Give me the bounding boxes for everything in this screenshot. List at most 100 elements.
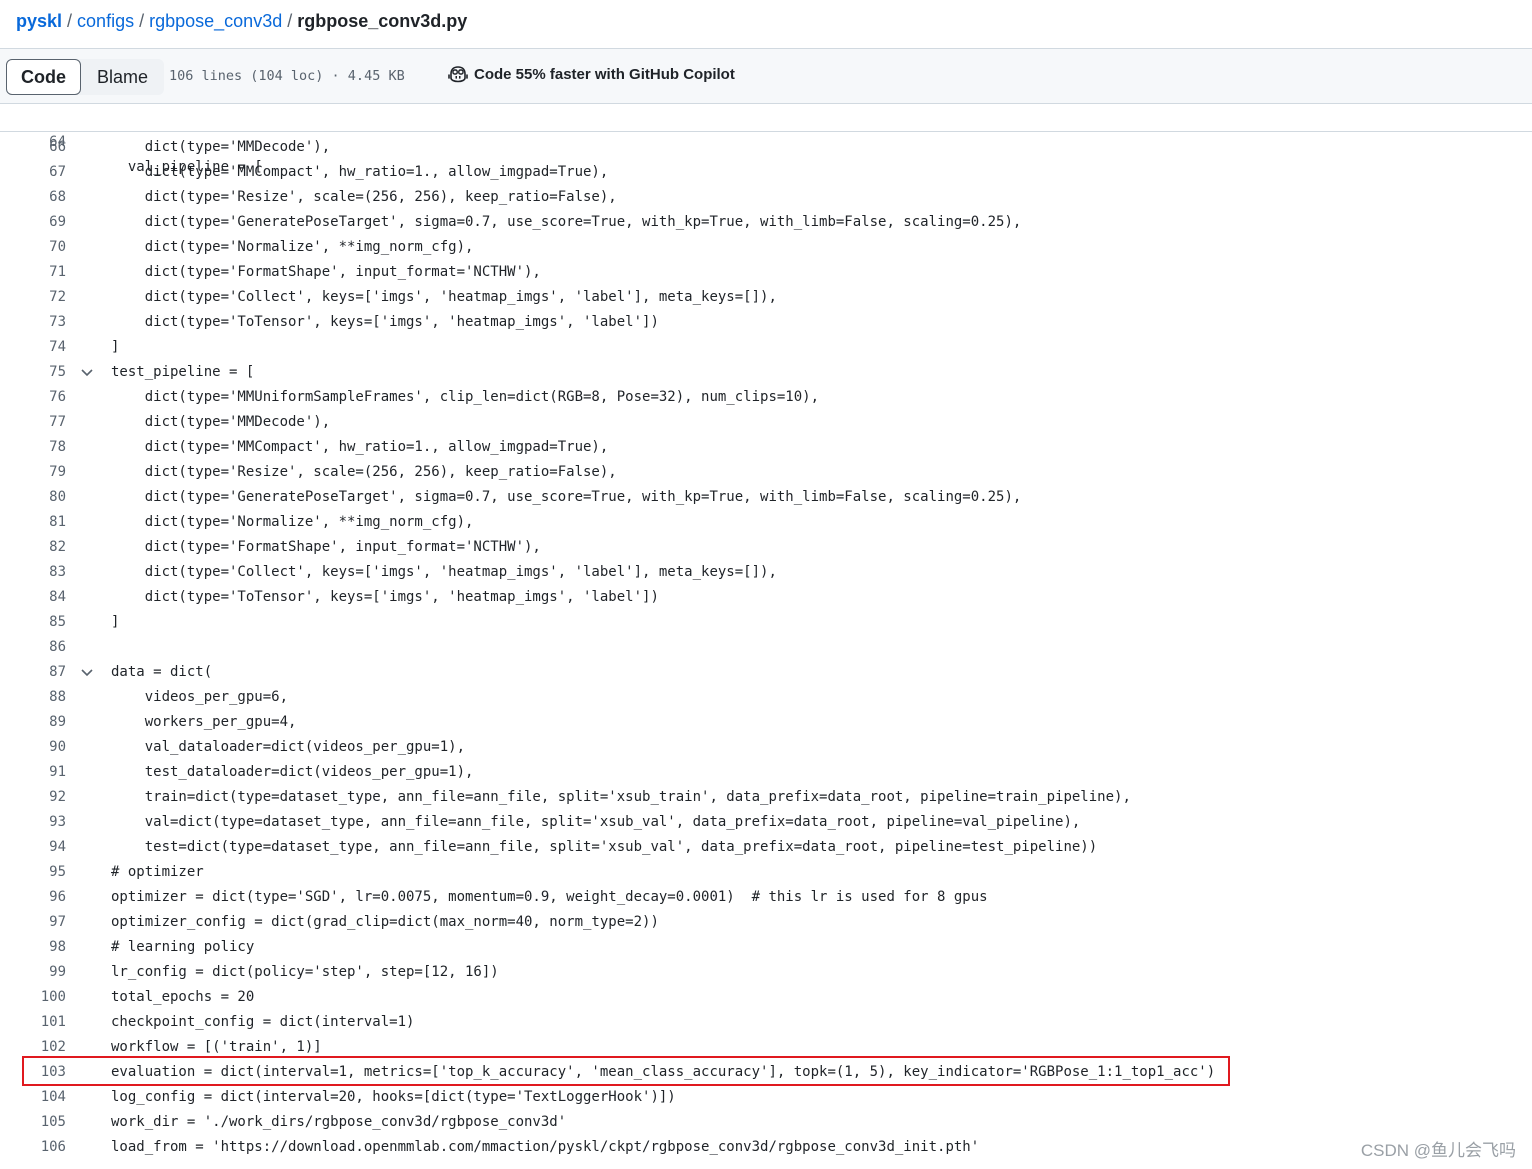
line-text: dict(type='MMDecode'), [111,414,331,430]
breadcrumb-separator: / [67,11,73,31]
code-line: 98 # learning policy [0,935,1532,960]
line-number[interactable]: 82 [0,535,66,560]
fold-chevron-icon[interactable] [80,660,94,685]
line-number[interactable]: 90 [0,735,66,760]
code-line: 78 dict(type='MMCompact', hw_ratio=1., a… [0,435,1532,460]
code-line: 95 # optimizer [0,860,1532,885]
line-number[interactable]: 85 [0,610,66,635]
line-text: train=dict(type=dataset_type, ann_file=a… [111,789,1131,805]
blame-tab[interactable]: Blame [81,59,164,95]
line-number[interactable]: 71 [0,260,66,285]
line-number[interactable]: 78 [0,435,66,460]
code-line: 76 dict(type='MMUniformSampleFrames', cl… [0,385,1532,410]
line-text: workers_per_gpu=4, [111,714,297,730]
code-line: 66 dict(type='MMDecode'), [0,135,1532,160]
line-text: test_dataloader=dict(videos_per_gpu=1), [111,764,474,780]
line-number[interactable]: 102 [0,1035,66,1060]
line-number[interactable]: 100 [0,985,66,1010]
line-text: val_dataloader=dict(videos_per_gpu=1), [111,739,466,755]
line-text: load_from = 'https://download.openmmlab.… [111,1139,980,1155]
line-number[interactable]: 93 [0,810,66,835]
line-number[interactable]: 79 [0,460,66,485]
line-number[interactable]: 81 [0,510,66,535]
line-number[interactable]: 94 [0,835,66,860]
line-text: dict(type='GeneratePoseTarget', sigma=0.… [111,214,1022,230]
line-number[interactable]: 95 [0,860,66,885]
code-tab[interactable]: Code [6,59,81,95]
breadcrumb-link-configs[interactable]: configs [77,11,134,31]
line-text: optimizer = dict(type='SGD', lr=0.0075, … [111,889,988,905]
line-number[interactable]: 96 [0,885,66,910]
line-text: dict(type='GeneratePoseTarget', sigma=0.… [111,489,1022,505]
line-number[interactable]: 97 [0,910,66,935]
code-line: 96 optimizer = dict(type='SGD', lr=0.0075… [0,885,1532,910]
code-line: 102 workflow = [('train', 1)] [0,1035,1532,1060]
breadcrumb-root-link[interactable]: pyskl [16,11,62,31]
line-number[interactable]: 66 [0,135,66,160]
line-number[interactable]: 92 [0,785,66,810]
line-text: total_epochs = 20 [111,989,255,1005]
file-meta: 106 lines (104 loc) · 4.45 KB [169,68,405,84]
line-number[interactable]: 67 [0,160,66,185]
code-line: 105 work_dir = './work_dirs/rgbpose_conv3… [0,1110,1532,1135]
line-number[interactable]: 73 [0,310,66,335]
code-line: 79 dict(type='Resize', scale=(256, 256),… [0,460,1532,485]
code-line: 94 test=dict(type=dataset_type, ann_file… [0,835,1532,860]
line-number[interactable]: 101 [0,1010,66,1035]
view-mode-toggle: Code Blame [6,59,165,95]
breadcrumb-current-file: rgbpose_conv3d.py [297,11,468,31]
line-number[interactable]: 105 [0,1110,66,1135]
copilot-promo-label: Code 55% faster with GitHub Copilot [474,65,735,83]
copilot-promo-link[interactable]: Code 55% faster with GitHub Copilot [448,65,735,83]
line-number[interactable]: 72 [0,285,66,310]
line-number[interactable]: 68 [0,185,66,210]
line-number[interactable]: 88 [0,685,66,710]
code-line: 106 load_from = 'https://download.openmml… [0,1135,1532,1160]
line-number[interactable]: 91 [0,760,66,785]
line-number[interactable]: 103 [0,1060,66,1085]
line-text: dict(type='ToTensor', keys=['imgs', 'hea… [111,589,659,605]
code-line: 88 videos_per_gpu=6, [0,685,1532,710]
line-number[interactable]: 77 [0,410,66,435]
line-text: lr_config = dict(policy='step', step=[12… [111,964,499,980]
line-number[interactable]: 89 [0,710,66,735]
line-text: # optimizer [111,864,204,880]
code-line: 89 workers_per_gpu=4, [0,710,1532,735]
code-line: 90 val_dataloader=dict(videos_per_gpu=1)… [0,735,1532,760]
code-line: 73 dict(type='ToTensor', keys=['imgs', '… [0,310,1532,335]
breadcrumb-link-rgbpose-conv3d[interactable]: rgbpose_conv3d [149,11,282,31]
line-number[interactable]: 76 [0,385,66,410]
fold-chevron-icon[interactable] [80,360,94,385]
line-number[interactable]: 80 [0,485,66,510]
line-number[interactable]: 98 [0,935,66,960]
line-number[interactable]: 86 [0,635,66,660]
line-text: ] [111,339,120,355]
line-number[interactable]: 83 [0,560,66,585]
code-line: 74] [0,335,1532,360]
line-number[interactable]: 84 [0,585,66,610]
line-text: data = dict( [111,664,213,680]
line-number[interactable]: 106 [0,1135,66,1160]
sticky-code-line: 64 val_pipeline = [ [0,105,1532,175]
line-number[interactable]: 75 [0,360,66,385]
line-text: dict(type='MMUniformSampleFrames', clip_… [111,389,820,405]
line-number[interactable]: 74 [0,335,66,360]
line-text: dict(type='Resize', scale=(256, 256), ke… [111,189,617,205]
breadcrumb: pyskl / configs / rgbpose_conv3d / rgbpose_con… [16,9,467,33]
line-text: dict(type='Normalize', **img_norm_cfg), [111,239,474,255]
line-text: val=dict(type=dataset_type, ann_file=ann… [111,814,1081,830]
line-number[interactable]: 104 [0,1085,66,1110]
line-number[interactable]: 69 [0,210,66,235]
line-text: optimizer_config = dict(grad_clip=dict(m… [111,914,659,930]
line-text: dict(type='Collect', keys=['imgs', 'heat… [111,564,777,580]
code-line: 91 test_dataloader=dict(videos_per_gpu=1… [0,760,1532,785]
line-number[interactable]: 70 [0,235,66,260]
line-text: dict(type='Resize', scale=(256, 256), ke… [111,464,617,480]
file-toolbar: Code Blame 106 lines (104 loc) · 4.45 KB… [0,48,1532,104]
line-number[interactable]: 87 [0,660,66,685]
code-line: 72 dict(type='Collect', keys=['imgs', 'h… [0,285,1532,310]
breadcrumb-separator: / [287,11,293,31]
code-line: 81 dict(type='Normalize', **img_norm_cfg… [0,510,1532,535]
line-number[interactable]: 99 [0,960,66,985]
code-line: 64 val_pipeline = [ [0,105,1532,175]
